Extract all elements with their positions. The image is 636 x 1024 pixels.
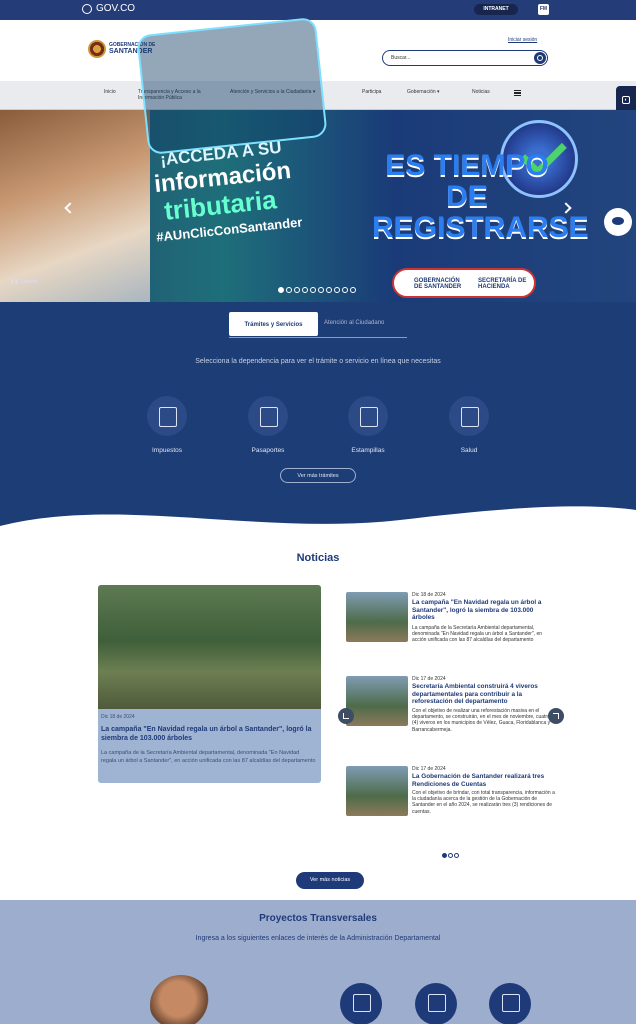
news-thumbnail — [346, 676, 408, 726]
news-headline: La campaña "En Navidad regala un árbol a… — [101, 726, 312, 742]
news-pagination[interactable] — [442, 853, 459, 858]
news-headline: Secretaría Ambiental construirá 4 vivero… — [412, 683, 538, 705]
search-icon[interactable] — [534, 52, 546, 64]
wave-divider — [0, 506, 636, 540]
slide-dot[interactable] — [342, 287, 348, 293]
hero-logos: GOBERNACIÓN DE SANTANDER SECRETARÍA DE H… — [392, 268, 536, 298]
shield-icon — [82, 3, 92, 14]
more-tramites-button[interactable]: Ver más trámites — [280, 468, 356, 483]
news-headline: La Gobernación de Santander realizará tr… — [412, 773, 545, 788]
news-item[interactable]: Dic 17 de 2024 Secretaría Ambiental cons… — [346, 676, 556, 746]
project-link-icon[interactable] — [415, 983, 457, 1024]
login-link[interactable]: Iniciar sesión — [508, 37, 537, 43]
slide-dot[interactable] — [278, 287, 284, 293]
chat-icon[interactable] — [604, 208, 632, 236]
news-date: Dic 17 de 2024 — [412, 676, 446, 682]
news-headline: La campaña "En Navidad regala un árbol a… — [412, 599, 542, 621]
news-date: Dic 18 de 2024 — [101, 714, 135, 720]
slide-dot[interactable] — [350, 287, 356, 293]
slide-dot[interactable] — [326, 287, 332, 293]
news-summary: Con el objetivo de brindar, con total tr… — [412, 790, 555, 815]
contrast-icon[interactable]: ◐ — [622, 96, 630, 104]
hero-card — [136, 16, 328, 156]
project-link-icon[interactable] — [340, 983, 382, 1024]
service-estampillas[interactable]: Estampillas — [338, 396, 398, 454]
news-thumbnail — [346, 766, 408, 816]
calendar-icon[interactable] — [489, 983, 531, 1024]
service-pasaportes[interactable]: Pasaportes — [238, 396, 298, 454]
projects-subtitle: Ingresa a los siguientes enlaces de inte… — [195, 935, 441, 942]
news-summary: Con el objetivo de realizar una reforest… — [412, 708, 551, 733]
news-item[interactable]: Dic 17 de 2024 La Gobernación de Santand… — [346, 766, 556, 826]
slide-dot[interactable] — [294, 287, 300, 293]
slide-dot[interactable] — [318, 287, 324, 293]
hero-headline: ES TIEMPO DE REGISTRARSE — [372, 149, 589, 244]
slide-dot[interactable] — [302, 287, 308, 293]
tab-atencion[interactable]: Atención al Ciudadano — [324, 320, 384, 326]
page-dot[interactable] — [442, 853, 447, 858]
passport-icon — [248, 396, 288, 436]
menu-icon[interactable] — [514, 90, 521, 96]
news-date: Dic 17 de 2024 — [412, 766, 446, 772]
slide-dot[interactable] — [310, 287, 316, 293]
featured-news-image — [98, 585, 321, 709]
tramites-intro: Selecciona la dependencia para ver el tr… — [195, 358, 441, 365]
slide-dot[interactable] — [334, 287, 340, 293]
govco-logo[interactable]: GOV.CO — [82, 3, 135, 14]
service-salud[interactable]: Salud — [439, 396, 499, 454]
news-summary: La campaña de la Secretaría Ambiental de… — [101, 750, 316, 764]
hero-dots[interactable] — [278, 287, 356, 293]
fm-button[interactable]: FM — [538, 4, 549, 15]
pause-button[interactable]: ❚❚ Detener — [10, 279, 38, 285]
news-title: Noticias — [296, 552, 340, 564]
nav-item-inicio[interactable]: Inicio — [104, 89, 116, 95]
tab-tramites[interactable]: Trámites y Servicios — [229, 312, 318, 336]
news-summary: La campaña de la Secretaría Ambiental de… — [412, 625, 543, 644]
nav-item-participa[interactable]: Participa — [362, 89, 381, 95]
hero-person-image — [0, 110, 150, 302]
search-placeholder: Buscar... — [391, 55, 411, 61]
search-input[interactable]: Buscar... — [382, 50, 548, 66]
news-prev-icon[interactable] — [338, 708, 354, 724]
page-dot[interactable] — [454, 853, 459, 858]
building-icon — [348, 396, 388, 436]
service-impuestos[interactable]: Impuestos — [137, 396, 197, 454]
news-next-icon[interactable] — [548, 708, 564, 724]
coat-of-arms-icon — [88, 40, 106, 58]
featured-news-card[interactable]: Dic 18 de 2024 La campaña "En Navidad re… — [98, 585, 321, 783]
page-dot[interactable] — [448, 853, 453, 858]
nav-item-noticias[interactable]: Noticias — [472, 89, 490, 95]
more-news-button[interactable]: Ver más noticias — [296, 872, 364, 889]
projects-title: Proyectos Transversales — [259, 913, 377, 924]
news-date: Dic 18 de 2024 — [412, 592, 446, 598]
receipt-icon — [147, 396, 187, 436]
news-item[interactable]: Dic 18 de 2024 La campaña "En Navidad re… — [346, 592, 556, 652]
tab-underline — [229, 337, 407, 338]
health-icon — [449, 396, 489, 436]
nav-item-gobernacion[interactable]: Gobernación ▾ — [407, 89, 440, 95]
intranet-button[interactable]: INTRANET — [474, 4, 518, 15]
slide-dot[interactable] — [286, 287, 292, 293]
news-thumbnail — [346, 592, 408, 642]
